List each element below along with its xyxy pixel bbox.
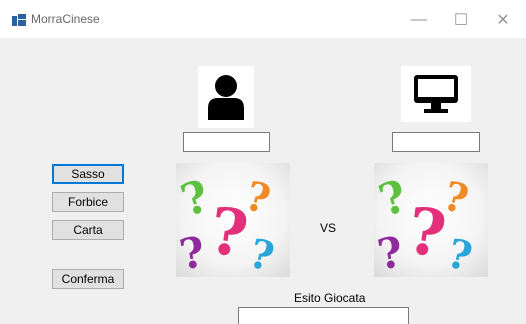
close-icon: ✕ [496, 12, 510, 29]
carta-button[interactable]: Carta [52, 220, 124, 240]
esito-field[interactable] [238, 307, 409, 324]
vs-label: VS [320, 221, 337, 235]
forbice-button[interactable]: Forbice [52, 192, 124, 212]
computer-choice-image [372, 163, 488, 282]
computer-name-field[interactable] [392, 132, 480, 152]
esito-label: Esito Giocata [294, 291, 366, 305]
app-window: MorraCinese — ☐ ✕ Sasso Forbice Carta Co… [0, 0, 526, 324]
player-name-field[interactable] [183, 132, 270, 152]
conferma-button[interactable]: Conferma [52, 269, 124, 289]
sasso-button[interactable]: Sasso [52, 164, 124, 184]
minimize-icon: — [411, 11, 427, 28]
question-marks-image [174, 170, 279, 282]
monitor-icon [414, 75, 458, 113]
close-button[interactable]: ✕ [488, 8, 518, 32]
title-bar[interactable]: MorraCinese — ☐ ✕ [0, 0, 526, 38]
player-choice-image [174, 163, 290, 282]
window-title: MorraCinese [31, 12, 100, 26]
question-marks-image [372, 170, 477, 282]
user-icon [208, 75, 244, 120]
maximize-button[interactable]: ☐ [446, 8, 476, 32]
player-avatar [198, 66, 254, 128]
computer-avatar [401, 66, 471, 122]
app-form-icon [12, 14, 26, 26]
maximize-icon: ☐ [453, 12, 469, 29]
minimize-button[interactable]: — [404, 8, 434, 32]
